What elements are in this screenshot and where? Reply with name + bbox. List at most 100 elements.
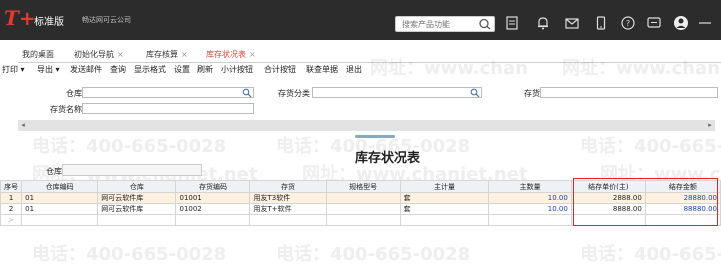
search-input[interactable]: [402, 17, 478, 31]
table-cell: 2888.00: [570, 192, 646, 204]
search-box[interactable]: [395, 16, 495, 32]
table-cell: [644, 214, 721, 226]
column-header[interactable]: 结存金额: [644, 180, 721, 193]
settings-button[interactable]: 设置: [174, 63, 190, 77]
column-header[interactable]: 主数量: [488, 180, 572, 193]
tab-bar: 我的桌面 初始化导航 × 库存核算 × 库存状况表 ×: [18, 48, 721, 62]
table-cell: 01: [21, 203, 99, 215]
table-row[interactable]: 2 01 网可云软件库 01002 用友T+软件 套 10.00 8888.00…: [0, 203, 721, 215]
table-cell: [399, 214, 490, 226]
table-cell: 28880.00: [644, 192, 721, 204]
exit-button[interactable]: 退出: [346, 63, 362, 77]
close-icon[interactable]: ×: [117, 50, 124, 59]
inventory-name-label: 存货名称: [50, 105, 82, 114]
table-cell: [249, 214, 327, 226]
search-icon[interactable]: [478, 18, 492, 30]
table-cell: [325, 203, 401, 215]
table-cell: 2: [0, 203, 23, 215]
mail-icon[interactable]: [563, 14, 581, 32]
category-field[interactable]: [312, 87, 482, 98]
tab-label: 我的桌面: [22, 50, 54, 59]
category-input[interactable]: [313, 88, 481, 98]
report-warehouse-value: [62, 164, 202, 176]
inventory-status-table: 序号 仓库编码 仓库 存货编码 存货 规格型号 主计量 主数量 结存单价(主) …: [0, 180, 721, 226]
inventory-input[interactable]: [541, 88, 717, 98]
column-header[interactable]: 存货编码: [175, 180, 251, 193]
table-cell: 8888.00: [570, 203, 646, 215]
warehouse-label: 仓库: [66, 89, 82, 98]
category-label: 存货分类: [278, 89, 310, 98]
tab-inventory-accounting[interactable]: 库存核算 ×: [142, 48, 188, 62]
scroll-right-icon[interactable]: ▸: [705, 120, 715, 131]
print-button[interactable]: 打印 ▾: [2, 63, 25, 77]
tab-label: 初始化导航: [74, 50, 114, 59]
export-button[interactable]: 导出 ▾: [37, 63, 60, 77]
watermark: 电话：400-665-0028: [32, 136, 227, 157]
subtotal-button[interactable]: 小计按钮: [221, 63, 253, 77]
inventory-field[interactable]: [540, 87, 718, 98]
close-icon[interactable]: ×: [181, 50, 188, 59]
watermark: 电话：400-665-0028: [276, 244, 471, 265]
warehouse-input[interactable]: [83, 88, 253, 98]
table-cell: [488, 214, 572, 226]
tab-label: 库存状况表: [206, 50, 246, 59]
grid-icon[interactable]: [503, 14, 521, 32]
help-icon[interactable]: ?: [619, 14, 637, 32]
report-warehouse-label: 仓库: [46, 167, 62, 176]
table-cell: [21, 214, 99, 226]
reference-icon[interactable]: [242, 88, 252, 98]
column-header[interactable]: 仓库编码: [21, 180, 99, 193]
reference-icon[interactable]: [470, 88, 480, 98]
refresh-button[interactable]: 刷新: [197, 63, 213, 77]
table-row[interactable]: >: [0, 214, 721, 226]
column-header[interactable]: 序号: [0, 180, 23, 193]
column-header[interactable]: 存货: [249, 180, 327, 193]
company-name[interactable]: 畅达网可云公司: [82, 15, 131, 25]
table-cell: 网可云软件库: [97, 192, 177, 204]
scroll-left-icon[interactable]: ◂: [18, 120, 28, 131]
watermark: 电话：400-665-0028: [32, 244, 227, 265]
total-button[interactable]: 合计按钮: [264, 63, 296, 77]
linked-query-button[interactable]: 联查单据: [306, 63, 338, 77]
column-header[interactable]: 主计量: [399, 180, 490, 193]
table-cell: 01001: [175, 192, 251, 204]
panel-collapse-handle[interactable]: [355, 135, 395, 138]
close-icon[interactable]: ×: [249, 50, 256, 59]
query-button[interactable]: 查询: [110, 63, 126, 77]
inventory-label: 存货: [524, 89, 540, 98]
show-format-button[interactable]: 显示格式: [134, 63, 166, 77]
inventory-name-field[interactable]: [82, 103, 254, 114]
inventory-name-input[interactable]: [83, 104, 253, 114]
send-email-button[interactable]: 发送邮件: [70, 63, 102, 77]
table-cell: 10.00: [488, 192, 572, 204]
toolbar: 打印 ▾ 导出 ▾ 发送邮件 查询 显示格式 设置 刷新 小计按钮 合计按钮 联…: [0, 63, 721, 77]
column-header[interactable]: 结存单价(主): [570, 180, 646, 193]
tab-inventory-status[interactable]: 库存状况表 ×: [202, 48, 256, 62]
column-header[interactable]: 规格型号: [325, 180, 401, 193]
bell-icon[interactable]: [534, 14, 552, 32]
watermark: 电话：400-665-: [580, 244, 721, 265]
column-header[interactable]: 仓库: [97, 180, 177, 193]
filter-panel: 仓库 存货分类 存货 存货名称: [0, 84, 721, 118]
table-header-row: 序号 仓库编码 仓库 存货编码 存货 规格型号 主计量 主数量 结存单价(主) …: [0, 180, 721, 193]
table-cell: [97, 214, 177, 226]
warehouse-field[interactable]: [82, 87, 254, 98]
table-cell: 网可云软件库: [97, 203, 177, 215]
table-cell: 用友T+软件: [249, 203, 327, 215]
user-menu-icon[interactable]: [696, 14, 720, 32]
app-logo: T+: [4, 6, 36, 30]
tab-label: 库存核算: [146, 50, 178, 59]
watermark: 电话：400-665-: [580, 136, 721, 157]
filter-scrollbar[interactable]: ◂ ▸: [18, 120, 715, 131]
user-avatar-icon[interactable]: [672, 14, 690, 32]
table-cell: 用友T3软件: [249, 192, 327, 204]
table-cell: [175, 214, 251, 226]
tab-init-nav[interactable]: 初始化导航 ×: [70, 48, 124, 62]
table-cell: 10.00: [488, 203, 572, 215]
edition-label: 标准版: [34, 17, 64, 28]
message-icon[interactable]: [645, 14, 663, 32]
phone-icon[interactable]: [592, 14, 610, 32]
tab-desktop[interactable]: 我的桌面: [18, 48, 54, 62]
table-row[interactable]: 1 01 网可云软件库 01001 用友T3软件 套 10.00 2888.00…: [0, 192, 721, 204]
table-cell: 套: [399, 203, 490, 215]
